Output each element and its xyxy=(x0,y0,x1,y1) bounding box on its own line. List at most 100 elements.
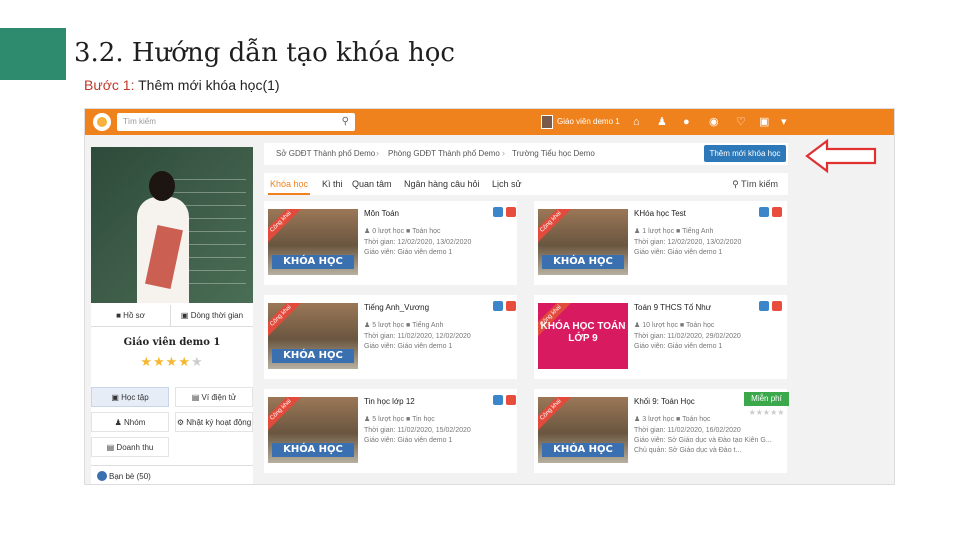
timeline-button-label: Dòng thời gian xyxy=(190,311,244,320)
course-stats: ♟ 0 lượt học ■ Toán học xyxy=(364,228,441,235)
course-subject: Tin học xyxy=(412,416,435,423)
course-time: Thời gian: 12/02/2020, 13/02/2020 xyxy=(634,239,742,246)
menu-activity-log-button[interactable]: ⚙ Nhật ký hoạt động xyxy=(175,412,253,432)
teacher-head xyxy=(149,171,175,201)
public-ribbon: Công khai xyxy=(268,303,304,339)
delete-icon[interactable] xyxy=(506,207,516,217)
delete-icon[interactable] xyxy=(506,395,516,405)
chat-icon[interactable]: ● xyxy=(683,115,690,129)
course-learns: 0 lượt học xyxy=(372,228,405,235)
tab-search-button[interactable]: ⚲ Tìm kiếm xyxy=(732,179,778,190)
add-course-button[interactable]: Thêm mới khóa học xyxy=(704,145,786,162)
course-title[interactable]: Tiếng Anh_Vương xyxy=(364,303,429,312)
course-stats: ♟ 5 lượt học ■ Tin học xyxy=(364,416,435,423)
course-subject: Toán học xyxy=(682,416,711,423)
pointer-arrow-icon xyxy=(805,138,877,174)
tab-search-label: Tìm kiếm xyxy=(741,179,778,189)
menu-revenue-button[interactable]: ▤ Doanh thu xyxy=(91,437,169,457)
users-icon[interactable]: ♟ xyxy=(657,115,667,129)
search-input[interactable]: Tìm kiếm ⚲ xyxy=(117,113,355,131)
edit-icon[interactable] xyxy=(493,207,503,217)
edit-icon[interactable] xyxy=(493,301,503,311)
course-teacher: Giáo viên: Giáo viên demo 1 xyxy=(364,249,453,256)
course-teacher: Giáo viên: Giáo viên demo 1 xyxy=(364,437,453,444)
course-teacher: Giáo viên: Giáo viên demo 1 xyxy=(634,249,723,256)
delete-icon[interactable] xyxy=(772,207,782,217)
course-time: Thời gian: 11/02/2020, 15/02/2020 xyxy=(364,427,471,434)
course-title[interactable]: Khối 9: Toán Học xyxy=(634,397,695,406)
edit-icon[interactable] xyxy=(493,395,503,405)
tab-courses[interactable]: Khóa học xyxy=(270,179,308,189)
profile-button[interactable]: ■ Hồ sơ xyxy=(91,305,171,327)
course-title[interactable]: Tin học lớp 12 xyxy=(364,397,415,406)
menu-group-button[interactable]: ♟ Nhóm xyxy=(91,412,169,432)
free-badge: Miễn phí xyxy=(744,392,789,406)
breadcrumb-separator-icon: › xyxy=(502,148,505,158)
delete-icon[interactable] xyxy=(772,301,782,311)
delete-icon[interactable] xyxy=(506,301,516,311)
profile-button-label: Hồ sơ xyxy=(123,311,145,320)
course-learns: 1 lượt học xyxy=(642,228,675,235)
search-icon[interactable]: ⚲ xyxy=(342,116,349,127)
course-banner: KHÓA HỌC xyxy=(542,443,624,457)
course-card[interactable]: Công khai KHÓA HỌC Tin học lớp 12 ♟ 5 lượ… xyxy=(264,389,517,473)
course-card[interactable]: Công khai KHÓA HỌC Môn Toán ♟ 0 lượt học … xyxy=(264,201,517,285)
public-ribbon: Công khai xyxy=(538,397,574,433)
breadcrumb-item[interactable]: Trường Tiểu học Demo xyxy=(512,149,595,158)
course-learns: 10 lượt học xyxy=(642,322,678,329)
course-card[interactable]: Công khai KHÓA HỌC KHóa học Test ♟ 1 lượt… xyxy=(534,201,787,285)
menu-study-button[interactable]: ▣ Học tập xyxy=(91,387,169,407)
course-thumbnail: Công khai KHÓA HỌC xyxy=(538,209,628,275)
chevron-down-icon[interactable]: ▾ xyxy=(781,115,787,129)
step-label: Bước 1: xyxy=(84,77,135,93)
course-time: Thời gian: 11/02/2020, 16/02/2020 xyxy=(634,427,741,434)
public-ribbon: Công khai xyxy=(268,209,304,245)
course-teacher: Giáo viên: Giáo viên demo 1 xyxy=(634,343,723,350)
course-teacher: Giáo viên: Sở Giáo dục và Đào tạo Kiên G… xyxy=(634,437,772,444)
course-banner: KHÓA HỌC xyxy=(272,349,354,363)
course-title[interactable]: Môn Toán xyxy=(364,209,399,218)
course-card[interactable]: Công khai KHÓA HỌC Tiếng Anh_Vương ♟ 5 lư… xyxy=(264,295,517,379)
globe-icon[interactable]: ◉ xyxy=(709,115,719,129)
box-icon[interactable]: ▣ xyxy=(759,115,769,129)
bell-icon[interactable]: ♡ xyxy=(736,115,746,129)
breadcrumb-item[interactable]: Sở GDĐT Thành phố Demo xyxy=(276,149,375,158)
course-thumbnail: Công khai KHÓA HỌC xyxy=(268,209,358,275)
course-title[interactable]: KHóa học Test xyxy=(634,209,686,218)
course-banner: KHÓA HỌC xyxy=(542,255,624,269)
tab-following[interactable]: Quan tâm xyxy=(352,179,392,189)
edit-icon[interactable] xyxy=(759,207,769,217)
friends-section[interactable]: Bạn bè (50) xyxy=(91,465,253,484)
profile-buttons: ■ Hồ sơ ▣ Dòng thời gian xyxy=(91,305,253,327)
course-thumbnail: Công khai KHÓA HỌC xyxy=(268,303,358,369)
tab-history[interactable]: Lịch sử xyxy=(492,179,522,189)
menu-wallet-button[interactable]: ▤ Ví điện tử xyxy=(175,387,253,407)
course-subject: Tiếng Anh xyxy=(412,322,444,329)
course-thumbnail-title: KHÓA HỌC TOÁN LỚP 9 xyxy=(540,321,626,344)
course-owner: Chủ quản: Sở Giáo dục và Đào t... xyxy=(634,447,742,454)
course-card[interactable]: Công khai KHÓA HỌC TOÁN LỚP 9 Toán 9 THCS… xyxy=(534,295,787,379)
app-logo[interactable] xyxy=(93,113,111,131)
step-text: Thêm mới khóa học(1) xyxy=(134,77,280,93)
course-thumbnail: Công khai KHÓA HỌC TOÁN LỚP 9 xyxy=(538,303,628,369)
tab-question-bank[interactable]: Ngân hàng câu hỏi xyxy=(404,179,480,189)
menu-activity-log-label: Nhật ký hoạt động xyxy=(186,418,252,427)
course-learns: 3 lượt học xyxy=(642,416,675,423)
friends-label: Bạn bè (50) xyxy=(109,472,151,481)
top-navbar: Tìm kiếm ⚲ Giáo viên demo 1 ⌂ ♟ ● ◉ ♡ ▣ … xyxy=(85,109,894,135)
course-title[interactable]: Toán 9 THCS Tố Như xyxy=(634,303,711,312)
course-thumbnail: Công khai KHÓA HỌC xyxy=(268,397,358,463)
profile-name: Giáo viên demo 1 xyxy=(123,337,221,348)
course-subject: Toán học xyxy=(685,322,715,329)
course-learns: 5 lượt học xyxy=(372,322,405,329)
timeline-button[interactable]: ▣ Dòng thời gian xyxy=(171,305,253,327)
home-icon[interactable]: ⌂ xyxy=(633,115,640,129)
tab-exams[interactable]: Kì thi xyxy=(322,179,343,189)
profile-photo xyxy=(91,147,253,303)
user-name[interactable]: Giáo viên demo 1 xyxy=(557,117,620,126)
course-time: Thời gian: 12/02/2020, 13/02/2020 xyxy=(364,239,472,246)
breadcrumb-item[interactable]: Phòng GDĐT Thành phố Demo xyxy=(388,149,500,158)
course-banner: KHÓA HỌC xyxy=(272,255,354,269)
avatar[interactable] xyxy=(541,115,553,129)
edit-icon[interactable] xyxy=(759,301,769,311)
